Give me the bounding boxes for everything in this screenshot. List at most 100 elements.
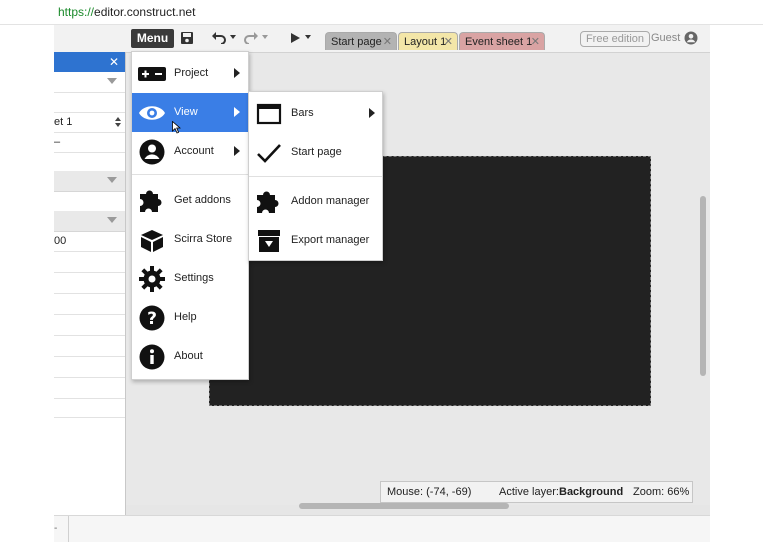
active-layer-label: Active layer: — [499, 486, 559, 498]
gamepad-icon — [138, 67, 166, 81]
menu-item-start-page[interactable]: Start page — [249, 133, 382, 172]
property-row: 00 — [54, 231, 125, 252]
close-icon[interactable]: ✕ — [444, 33, 453, 51]
chevron-down-icon[interactable] — [107, 177, 117, 183]
mouse-position: Mouse: (-74, -69) — [387, 486, 472, 498]
divider — [68, 516, 69, 542]
property-value: et 1 — [54, 116, 73, 128]
free-edition-badge[interactable]: Free edition — [580, 31, 650, 47]
property-row — [54, 356, 125, 378]
menu-item-export-manager[interactable]: Export manager — [249, 221, 382, 260]
menu-label: Account — [174, 145, 214, 157]
menu-button[interactable]: Menu — [131, 29, 174, 48]
redo-dropdown-icon[interactable] — [262, 35, 268, 40]
status-bar: Mouse: (-74, -69) Active layer: Backgrou… — [380, 481, 693, 503]
property-row — [54, 152, 125, 172]
tab-event-sheet-1[interactable]: Event sheet 1 ✕ — [459, 32, 545, 50]
property-row: – — [54, 132, 125, 153]
property-row — [54, 191, 125, 212]
store-box-icon — [141, 230, 163, 252]
property-row — [54, 335, 125, 357]
url-text[interactable]: https://editor.construct.net — [58, 5, 195, 19]
menu-label: About — [174, 350, 203, 362]
zoom-level: Zoom: 66% — [633, 486, 690, 498]
menu-item-addon-manager[interactable]: Addon manager — [249, 182, 382, 221]
property-value: – — [54, 136, 61, 148]
play-icon[interactable] — [289, 32, 301, 44]
menu-label: Scirra Store — [174, 233, 233, 245]
menu-item-view[interactable]: View — [132, 93, 248, 134]
menu-label: View — [174, 106, 198, 118]
bottom-bar: - — [54, 515, 710, 542]
help-icon: ? — [139, 305, 165, 331]
close-icon[interactable]: ✕ — [383, 33, 392, 51]
property-row — [54, 272, 125, 294]
undo-dropdown-icon[interactable] — [230, 35, 236, 40]
menu-item-scirra-store[interactable]: Scirra Store — [132, 220, 248, 259]
archive-download-icon — [258, 230, 280, 252]
property-section[interactable] — [54, 211, 125, 232]
menu-label: Project — [174, 67, 209, 79]
chevron-down-icon[interactable] — [107, 217, 117, 223]
guest-label[interactable]: Guest — [651, 32, 680, 44]
user-icon[interactable] — [684, 31, 698, 45]
menu-separator — [249, 176, 382, 177]
bottom-bar-glyph: - — [54, 523, 58, 534]
chevron-right-icon — [234, 146, 240, 156]
tab-layout-1[interactable]: Layout 1 ✕ — [398, 32, 458, 50]
select-arrows-icon[interactable] — [115, 117, 121, 127]
browser-url-bar[interactable]: https://editor.construct.net — [0, 0, 763, 25]
property-row — [54, 92, 125, 113]
close-icon[interactable]: ✕ — [109, 55, 119, 69]
menu-item-settings[interactable]: Settings — [132, 259, 248, 298]
main-menu: Project View Account Get addons Scirra S… — [131, 51, 249, 380]
menu-label: Get addons — [174, 194, 231, 206]
info-icon — [139, 344, 165, 370]
property-section[interactable] — [54, 171, 125, 192]
eye-icon — [139, 106, 165, 120]
vertical-scrollbar[interactable] — [696, 53, 710, 505]
properties-panel: ✕ et 1 – 00 — [54, 52, 126, 515]
url-host: editor.construct.net — [94, 5, 196, 19]
scrollbar-thumb[interactable] — [700, 196, 706, 376]
tab-label: Start page — [331, 36, 382, 48]
url-scheme: https:// — [58, 5, 95, 19]
save-icon[interactable] — [180, 31, 194, 45]
chevron-right-icon — [369, 108, 375, 118]
chevron-right-icon — [234, 107, 240, 117]
puzzle-icon — [257, 191, 279, 213]
menu-item-about[interactable]: About — [132, 337, 248, 376]
menu-label: Bars — [291, 107, 314, 119]
menu-item-project[interactable]: Project — [132, 54, 248, 93]
property-row — [54, 377, 125, 399]
menu-label: Addon manager — [291, 195, 370, 207]
property-row — [54, 72, 125, 93]
menu-label: Start page — [291, 146, 342, 158]
chevron-down-icon[interactable] — [107, 78, 117, 84]
properties-header: ✕ — [54, 52, 125, 72]
close-icon[interactable]: ✕ — [531, 33, 540, 51]
horizontal-scrollbar-thumb[interactable] — [299, 503, 509, 509]
property-row — [54, 293, 125, 315]
menu-item-get-addons[interactable]: Get addons — [132, 181, 248, 220]
active-layer-value: Background — [559, 486, 624, 498]
menu-item-bars[interactable]: Bars — [249, 94, 382, 133]
menu-label: Export manager — [291, 234, 370, 246]
property-value: 00 — [54, 235, 67, 247]
redo-icon[interactable] — [243, 32, 259, 44]
chevron-right-icon — [234, 68, 240, 78]
property-row — [54, 398, 125, 418]
undo-icon[interactable] — [211, 32, 227, 44]
menu-item-account[interactable]: Account — [132, 132, 248, 171]
tab-start-page[interactable]: Start page ✕ — [325, 32, 397, 50]
view-submenu: Bars Start page Addon manager Export man… — [248, 91, 383, 261]
menu-item-help[interactable]: ? Help — [132, 298, 248, 337]
play-dropdown-icon[interactable] — [305, 35, 311, 40]
checkmark-icon — [257, 144, 281, 163]
property-row — [54, 314, 125, 336]
tab-label: Layout 1 — [404, 36, 447, 48]
account-icon — [139, 139, 165, 165]
main-toolbar: Menu Start page ✕ Layout 1 ✕ Event sheet 1… — [54, 25, 710, 53]
gear-icon — [139, 266, 165, 292]
property-row-sheet[interactable]: et 1 — [54, 112, 125, 133]
